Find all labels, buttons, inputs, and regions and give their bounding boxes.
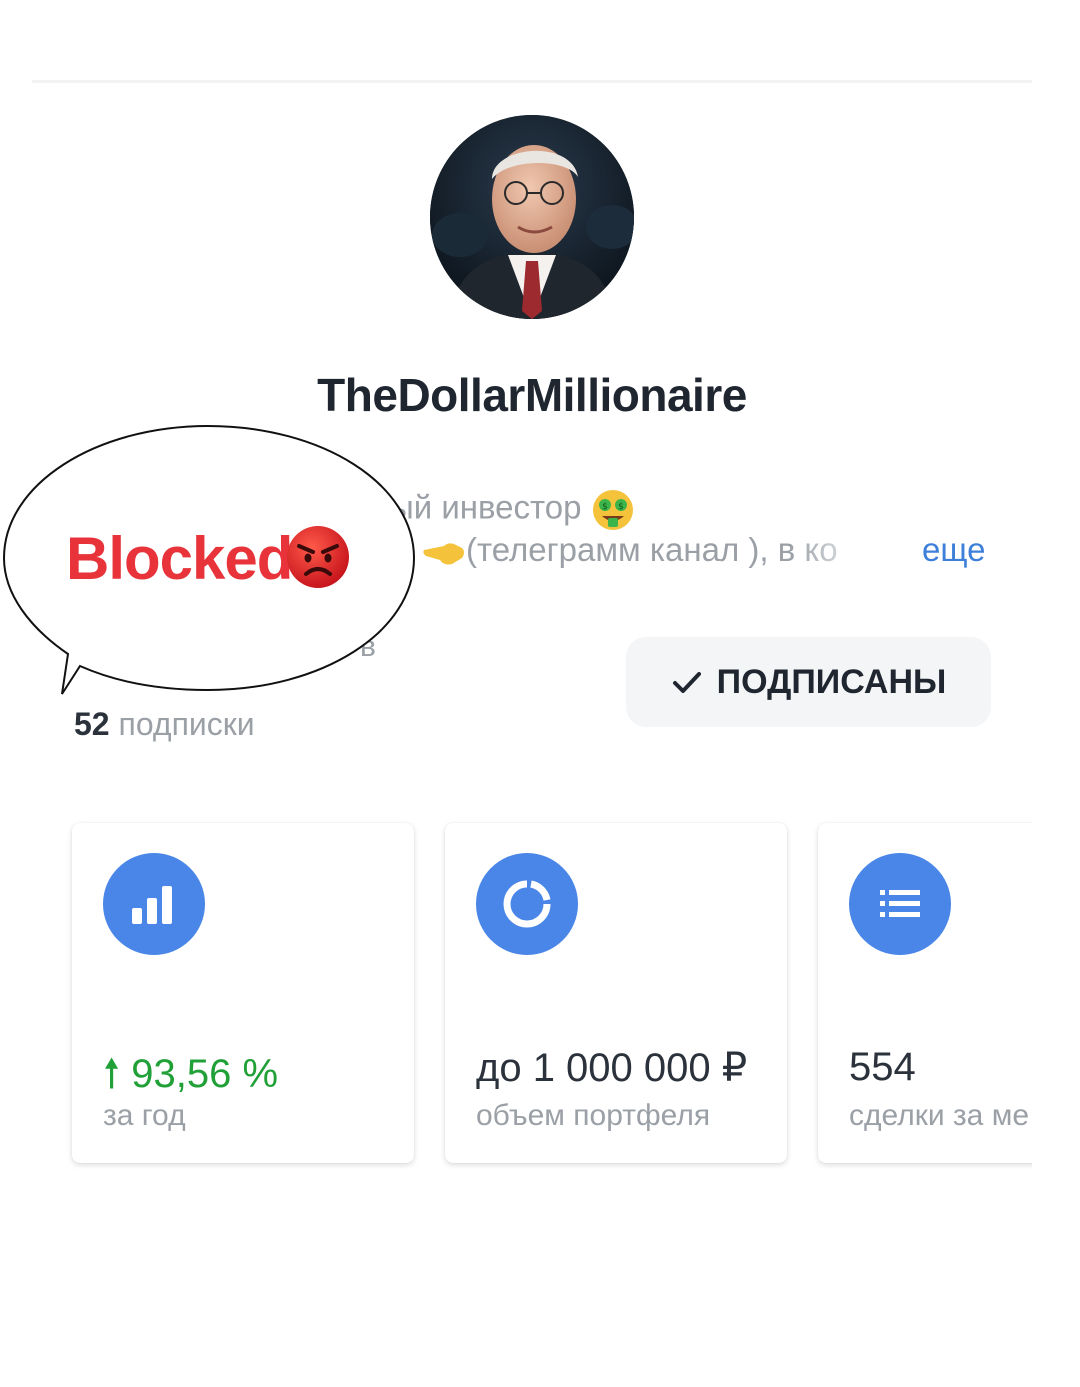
stat-value-portfolio-size: до 1 000 000 ₽	[476, 1046, 748, 1090]
svg-text:$: $	[618, 502, 624, 512]
stat-card-portfolio-size[interactable]: до 1 000 000 ₽ объем портфеля	[445, 823, 787, 1163]
subscribed-button-label: ПОДПИСАНЫ	[716, 662, 947, 701]
blocked-speech-bubble: Blocked	[0, 420, 420, 700]
pie-chart-icon	[503, 880, 551, 928]
profile-name: TheDollarMillionaire	[317, 369, 747, 421]
stat-card-yearly-return[interactable]: 🠕 93,56 % за год	[72, 823, 414, 1163]
subscriptions-count[interactable]: 52 подписки	[74, 706, 255, 743]
svg-text:$: $	[602, 502, 608, 512]
money-mouth-face-icon: $ $	[592, 490, 633, 530]
bio-line-2-text: (телеграмм канал ), в ко	[466, 531, 838, 568]
pointing-left-hand-icon	[423, 543, 464, 565]
stat-label-monthly-trades: сделки за ме	[849, 1099, 1029, 1132]
subscribed-button[interactable]: ПОДПИСАНЫ	[626, 637, 991, 727]
stat-icon-circle	[476, 853, 578, 955]
stat-label-yearly-return: за год	[103, 1099, 186, 1132]
profile-avatar[interactable]	[430, 115, 634, 319]
stat-value-monthly-trades: 554	[849, 1045, 916, 1089]
stat-icon-circle	[849, 853, 951, 955]
stat-value-text: 93,56 %	[131, 1052, 279, 1096]
stat-label-portfolio-size: объем портфеля	[476, 1099, 711, 1132]
avatar-portrait-image	[430, 115, 634, 319]
top-divider	[32, 80, 1032, 83]
checkmark-icon	[672, 672, 701, 693]
angry-face-icon	[287, 526, 349, 588]
card-clip: 554 сделки за ме	[818, 823, 1030, 1163]
subscriptions-label: подписки	[118, 706, 255, 742]
subscriptions-number: 52	[74, 706, 110, 742]
arrow-up-icon: 🠕	[103, 1052, 121, 1096]
bio-line-1: ый инвестор $ $	[390, 488, 635, 532]
stat-icon-circle	[103, 853, 205, 955]
bio-more-link[interactable]: еще	[922, 531, 986, 569]
bar-chart-icon	[132, 886, 172, 924]
bio-line-2: (телеграмм канал ), в ко	[422, 531, 882, 569]
list-icon	[880, 890, 920, 917]
blocked-label: Blocked	[66, 525, 293, 592]
viewport-edge	[1032, 800, 1080, 1180]
